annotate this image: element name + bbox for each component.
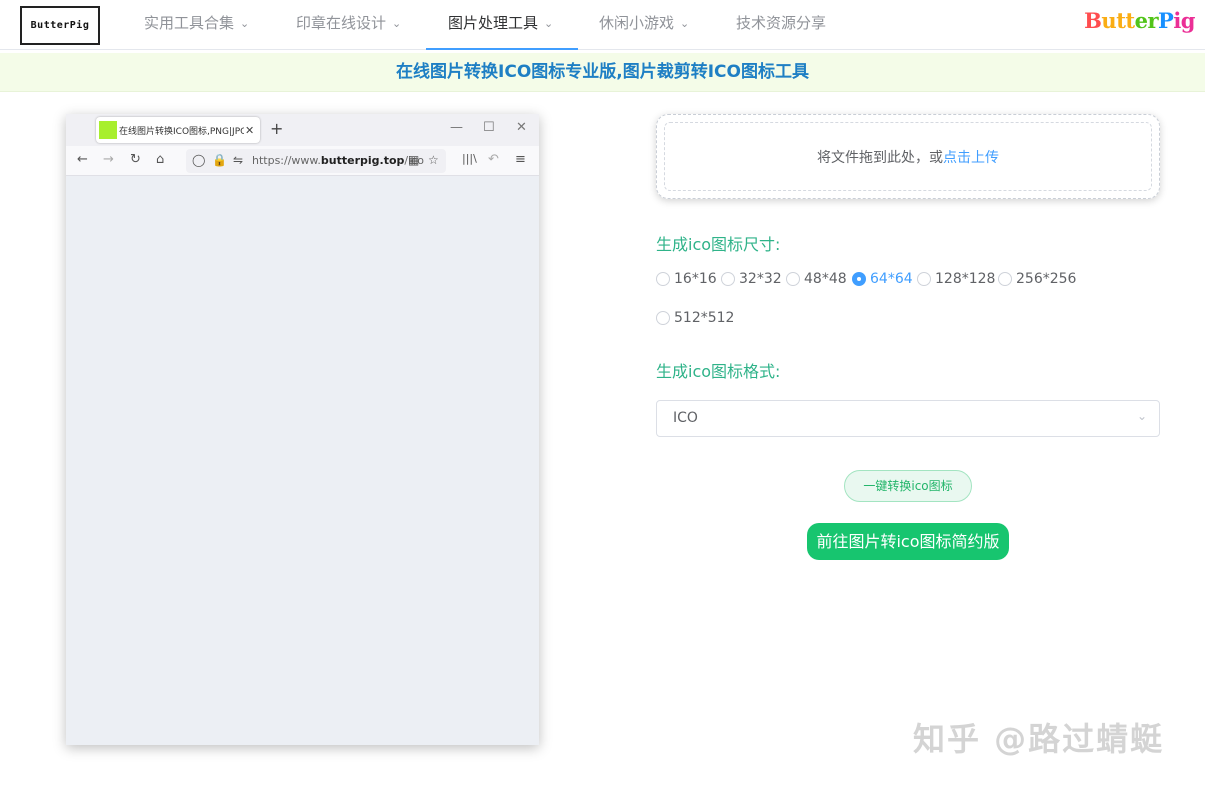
upload-text: 将文件拖到此处，或 (817, 149, 943, 166)
format-label: 生成ico图标格式: (656, 362, 781, 381)
chevron-down-icon: ⌄ (544, 17, 554, 30)
nav-item-resources[interactable]: 技术资源分享 (736, 0, 826, 50)
radio-label: 48*48 (804, 271, 847, 287)
size-radio-128[interactable]: 128*128 (917, 269, 995, 289)
size-label: 生成ico图标尺寸: (656, 235, 781, 254)
nav-item-games[interactable]: 休闲小游戏 ⌄ (599, 0, 689, 50)
reload-icon: ↻ (130, 152, 141, 167)
nav-item-image[interactable]: 图片处理工具 ⌄ (426, 0, 578, 50)
brand-part: utt (1101, 8, 1135, 33)
brand-part: er (1134, 8, 1159, 33)
maximize-icon: ☐ (483, 120, 495, 135)
close-window-icon: ✕ (516, 120, 527, 135)
simple-version-button[interactable]: 前往图片转ico图标简约版 (807, 523, 1009, 560)
convert-button[interactable]: 一键转换ico图标 (844, 470, 972, 502)
format-select-value: ICO (673, 410, 698, 426)
preview-tabbar: 在线图片转换ICO图标,PNG|JPG ✕ + — ☐ ✕ (66, 114, 539, 146)
preview-tab-title: 在线图片转换ICO图标,PNG|JPG (119, 126, 244, 137)
radio-circle (786, 272, 800, 286)
page-title-banner: 在线图片转换ICO图标专业版,图片裁剪转ICO图标工具 (0, 53, 1205, 92)
chevron-down-icon: ⌄ (680, 17, 690, 30)
library-icon: |||\ (462, 152, 477, 165)
size-radio-32[interactable]: 32*32 (721, 269, 782, 289)
nav-item-tools[interactable]: 实用工具合集 ⌄ (144, 0, 249, 50)
radio-label: 16*16 (674, 271, 717, 287)
size-radio-256[interactable]: 256*256 (998, 269, 1076, 289)
nav-label: 印章在线设计 (296, 14, 387, 32)
radio-label: 64*64 (870, 271, 913, 287)
chevron-down-icon: ⌄ (240, 17, 250, 30)
favicon-icon (99, 121, 117, 139)
home-icon: ⌂ (156, 152, 165, 167)
shield-icon: ◯ (192, 153, 206, 167)
lock-icon: 🔒 (212, 153, 227, 167)
upload-dropzone[interactable]: 将文件拖到此处，或 点击上传 (656, 114, 1160, 199)
watermark: 知乎 @路过蜻蜓 (913, 720, 1165, 758)
radio-circle (656, 272, 670, 286)
nav-label: 图片处理工具 (448, 14, 539, 32)
radio-circle (852, 272, 866, 286)
brand-part: ig (1173, 8, 1195, 33)
preview-url-bar: ◯ 🔒 ⇋ https://www.butterpig.top/ico ▦ ☆ (186, 149, 446, 173)
size-radio-48[interactable]: 48*48 (786, 269, 847, 289)
permissions-icon: ⇋ (233, 153, 244, 167)
radio-label: 512*512 (674, 310, 735, 326)
radio-label: 32*32 (739, 271, 782, 287)
nav-label: 休闲小游戏 (599, 14, 675, 32)
chevron-down-icon: ⌄ (1136, 409, 1147, 423)
radio-label: 256*256 (1016, 271, 1077, 287)
back-icon: ← (77, 152, 88, 167)
radio-circle (998, 272, 1012, 286)
nav-label: 实用工具合集 (144, 14, 235, 32)
upload-area[interactable]: 将文件拖到此处，或 点击上传 (664, 122, 1152, 191)
radio-circle (721, 272, 735, 286)
nav-item-seal[interactable]: 印章在线设计 ⌄ (296, 0, 401, 50)
qr-icon: ▦ (408, 153, 420, 167)
brand-part: P (1158, 8, 1174, 33)
star-icon: ☆ (428, 153, 439, 167)
url-domain: butterpig.top (320, 154, 405, 167)
radio-circle (656, 311, 670, 325)
plus-icon: + (270, 119, 284, 138)
menu-icon: ≡ (515, 152, 526, 167)
logo[interactable]: ButterPig (20, 6, 100, 45)
preview-toolbar: ← → ↻ ⌂ ◯ 🔒 ⇋ https://www.butterpig.top/… (66, 146, 539, 176)
minimize-icon: — (450, 120, 463, 135)
nav-label: 技术资源分享 (736, 14, 827, 32)
preview-tab: 在线图片转换ICO图标,PNG|JPG ✕ (96, 117, 260, 143)
top-nav: ButterPig 实用工具合集 ⌄ 印章在线设计 ⌄ 图片处理工具 ⌄ 休闲小游戏 ⌄… (0, 0, 1205, 50)
url-prefix: https://www. (252, 154, 321, 167)
format-select[interactable]: ICO ⌄ (656, 400, 1160, 437)
undo-icon: ↶ (488, 152, 499, 167)
radio-label: 128*128 (935, 271, 996, 287)
close-icon: ✕ (245, 123, 255, 137)
preview-image: 在线图片转换ICO图标,PNG|JPG ✕ + — ☐ ✕ ← → ↻ ⌂ ◯ … (66, 114, 539, 745)
brand-logo[interactable]: ButterPig (1084, 8, 1195, 33)
size-radio-512[interactable]: 512*512 (656, 308, 734, 328)
brand-part: B (1084, 8, 1102, 33)
forward-icon: → (103, 152, 114, 167)
preview-url: https://www.butterpig.top/ico (252, 154, 424, 167)
radio-circle (917, 272, 931, 286)
size-radio-64[interactable]: 64*64 (852, 269, 913, 289)
chevron-down-icon: ⌄ (392, 17, 402, 30)
size-radio-16[interactable]: 16*16 (656, 269, 717, 289)
upload-link[interactable]: 点击上传 (943, 147, 999, 167)
